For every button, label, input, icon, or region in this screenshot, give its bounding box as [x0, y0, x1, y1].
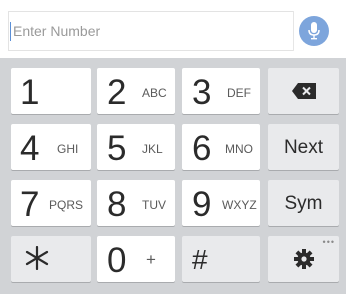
- next-key-label: Next: [283, 137, 324, 158]
- key-1[interactable]: 1: [11, 68, 91, 114]
- key-9-letters: WXYZ: [222, 198, 257, 212]
- sym-key-label: Sym: [284, 193, 323, 214]
- text-caret: [10, 22, 11, 41]
- microphone-icon: [308, 22, 320, 40]
- key-0[interactable]: 0 +: [97, 236, 175, 282]
- input-divider: [293, 11, 294, 51]
- sym-key[interactable]: Sym: [268, 180, 339, 226]
- voice-input-button[interactable]: [299, 16, 329, 46]
- gear-icon: [294, 249, 314, 269]
- key-hash[interactable]: #: [182, 236, 260, 282]
- more-options-indicator: •••: [322, 237, 335, 247]
- key-8-digit: 8: [107, 185, 127, 224]
- key-2-digit: 2: [107, 73, 127, 112]
- key-7-digit: 7: [20, 185, 40, 224]
- dialer-screen: Enter Number 1 2 ABC 3 DEF 4 GHI 5 JKL 6…: [0, 0, 346, 294]
- key-9[interactable]: 9 WXYZ: [182, 180, 260, 226]
- number-input-bar: Enter Number: [0, 0, 346, 58]
- key-6[interactable]: 6 MNO: [182, 124, 260, 170]
- key-8-letters: TUV: [142, 198, 166, 212]
- key-5[interactable]: 5 JKL: [97, 124, 175, 170]
- key-hash-symbol: #: [192, 244, 208, 275]
- settings-key[interactable]: •••: [268, 236, 339, 282]
- key-0-plus: +: [146, 250, 156, 269]
- key-1-digit: 1: [20, 73, 40, 112]
- number-input-placeholder: Enter Number: [13, 23, 101, 39]
- backspace-icon: [292, 83, 316, 99]
- key-3-letters: DEF: [227, 86, 251, 100]
- key-4[interactable]: 4 GHI: [11, 124, 91, 170]
- key-6-letters: MNO: [225, 142, 253, 156]
- key-2[interactable]: 2 ABC: [97, 68, 175, 114]
- key-7-letters: PQRS: [49, 198, 84, 212]
- key-0-digit: 0: [107, 241, 127, 280]
- next-key[interactable]: Next: [268, 124, 339, 170]
- keypad: 1 2 ABC 3 DEF 4 GHI 5 JKL 6 MNO Next 7 P…: [0, 58, 346, 294]
- key-4-letters: GHI: [57, 142, 79, 156]
- key-5-digit: 5: [107, 129, 127, 168]
- key-2-letters: ABC: [142, 86, 167, 100]
- backspace-key[interactable]: [268, 68, 339, 114]
- asterisk-icon: [25, 246, 49, 270]
- key-8[interactable]: 8 TUV: [97, 180, 175, 226]
- key-star[interactable]: [11, 236, 91, 282]
- key-3-digit: 3: [192, 73, 212, 112]
- key-6-digit: 6: [192, 129, 212, 168]
- key-4-digit: 4: [20, 129, 40, 168]
- key-5-letters: JKL: [142, 142, 163, 156]
- key-3[interactable]: 3 DEF: [182, 68, 260, 114]
- key-7[interactable]: 7 PQRS: [11, 180, 91, 226]
- key-9-digit: 9: [192, 185, 212, 224]
